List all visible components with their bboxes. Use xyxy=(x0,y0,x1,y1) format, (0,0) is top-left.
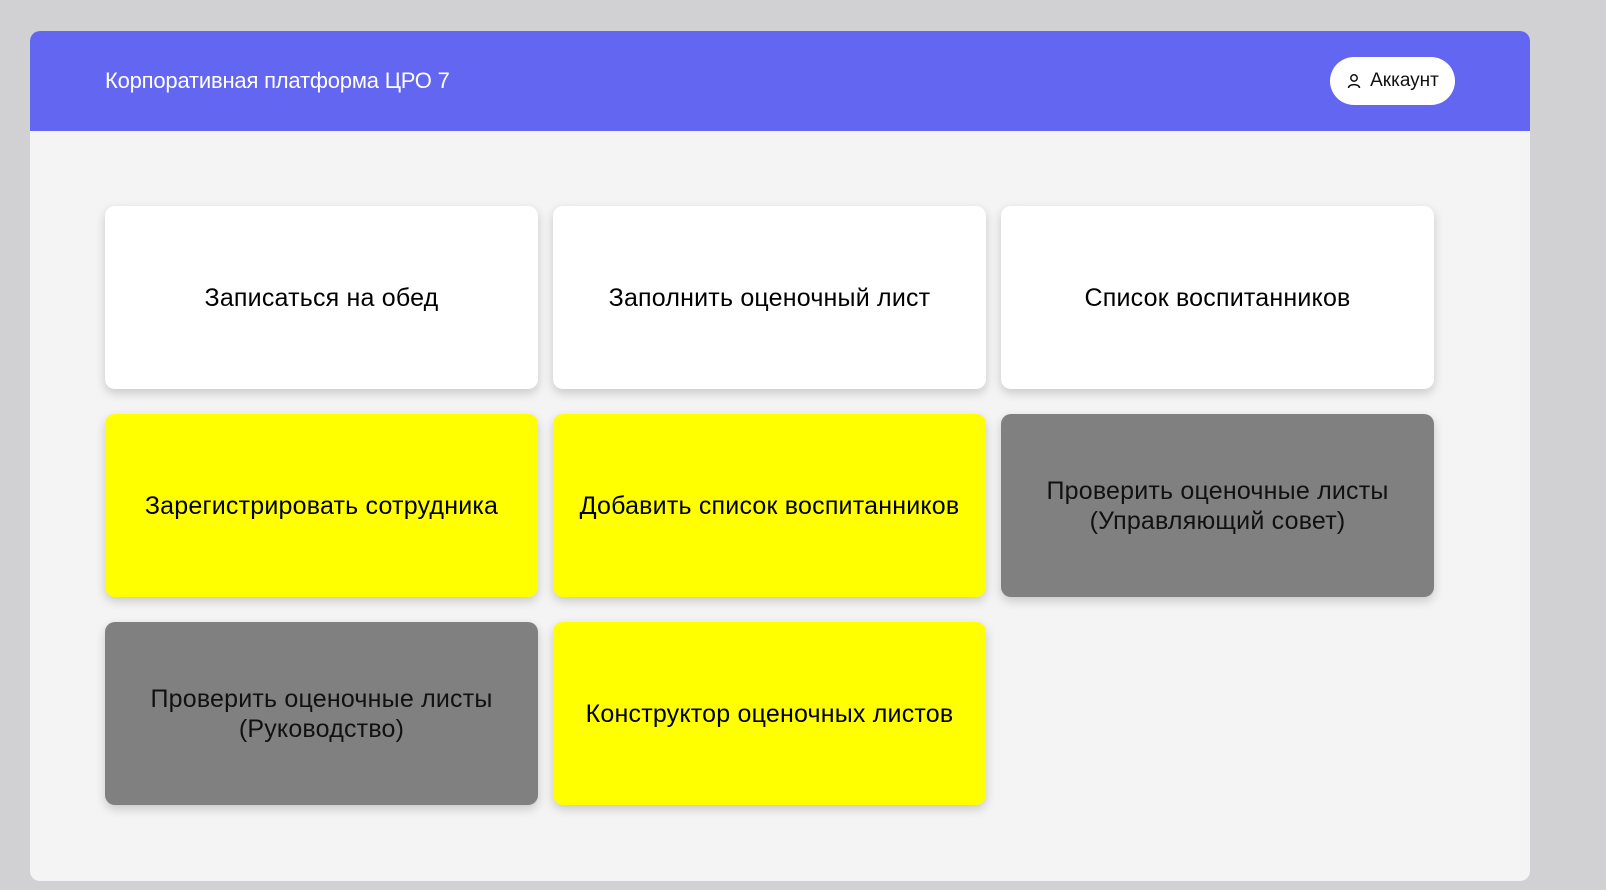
tile-label: Записаться на обед xyxy=(204,283,439,312)
account-button[interactable]: Аккаунт xyxy=(1330,57,1455,105)
tile-lunch-signup[interactable]: Записаться на обед xyxy=(105,206,538,389)
tile-register-employee[interactable]: Зарегистрировать сотрудника xyxy=(105,414,538,597)
tile-label: Конструктор оценочных листов xyxy=(585,699,954,728)
tile-check-sheets-management[interactable]: Проверить оценочные листы (Руководство) xyxy=(105,622,538,805)
tile-fill-assessment-sheet[interactable]: Заполнить оценочный лист xyxy=(553,206,986,389)
tile-label: Список воспитанников xyxy=(1084,283,1351,312)
tile-add-pupils-list[interactable]: Добавить список воспитанников xyxy=(553,414,986,597)
header-bar: Корпоративная платформа ЦРО 7 Аккаунт xyxy=(30,31,1530,131)
tile-label: Проверить оценочные листы (Руководство) xyxy=(150,684,493,743)
tile-label: Зарегистрировать сотрудника xyxy=(144,491,499,520)
tile-label: Проверить оценочные листы (Управляющий с… xyxy=(1046,476,1389,535)
tile-sheet-constructor[interactable]: Конструктор оценочных листов xyxy=(553,622,986,805)
tile-label: Заполнить оценочный лист xyxy=(608,283,931,312)
platform-title: Корпоративная платформа ЦРО 7 xyxy=(105,68,450,93)
tile-pupils-list[interactable]: Список воспитанников xyxy=(1001,206,1434,389)
app-window: Корпоративная платформа ЦРО 7 Аккаунт За… xyxy=(30,31,1530,881)
account-button-label: Аккаунт xyxy=(1370,70,1439,91)
tile-check-sheets-council[interactable]: Проверить оценочные листы (Управляющий с… xyxy=(1001,414,1434,597)
user-icon xyxy=(1346,73,1362,89)
tile-label: Добавить список воспитанников xyxy=(579,491,960,520)
